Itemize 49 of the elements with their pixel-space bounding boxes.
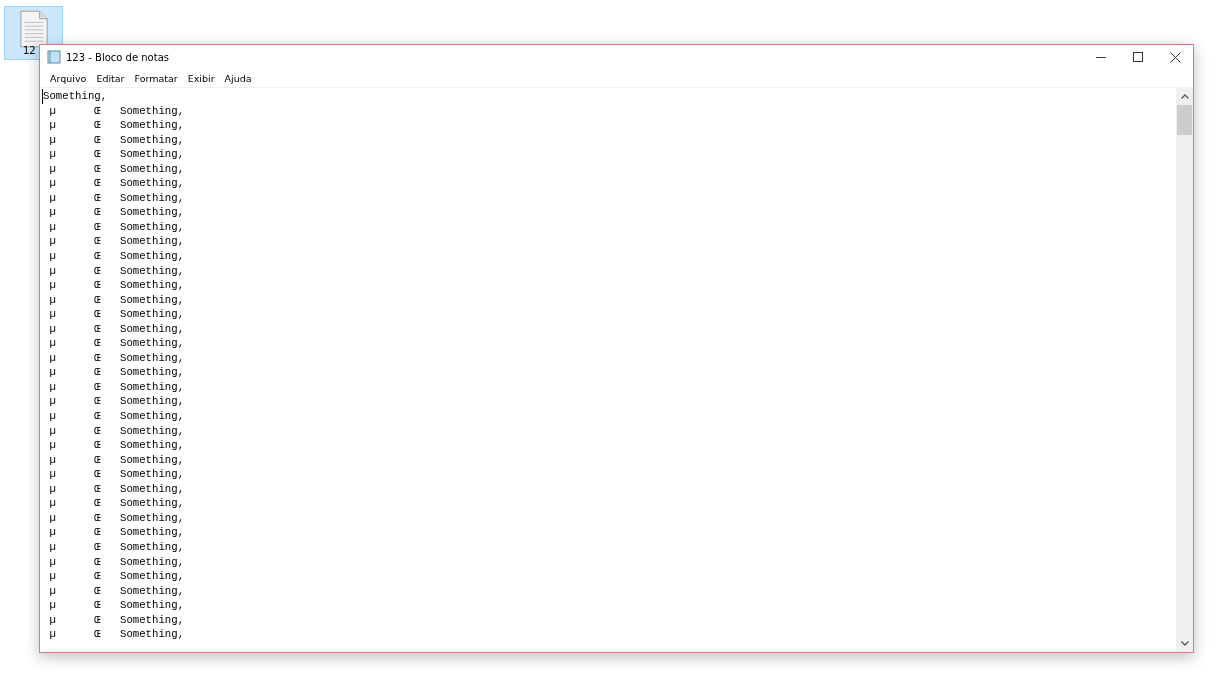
text-line: µ Œ Something, <box>48 263 185 279</box>
text-line: µ Œ Something, <box>48 307 185 322</box>
text-line: µ Œ Something, <box>48 452 185 468</box>
text-line: µ Œ Something, <box>48 496 185 511</box>
text-line: µ Œ Something, <box>48 132 185 148</box>
text-line: µ Œ Something, <box>48 525 185 540</box>
text-line: µ Œ Something, <box>48 205 185 220</box>
menu-item[interactable]: Editar <box>91 72 130 84</box>
text-line: µ Œ Something, <box>48 278 185 293</box>
text-line: Something, <box>42 89 108 104</box>
text-line: µ Œ Something, <box>48 423 185 439</box>
text-line: µ Œ Something, <box>48 627 185 642</box>
text-line: µ Œ Something, <box>48 365 185 380</box>
menu-item[interactable]: Ajuda <box>219 72 257 84</box>
text-line: µ Œ Something, <box>48 438 185 453</box>
menu-item[interactable]: Formatar <box>129 72 183 84</box>
scroll-thumb[interactable] <box>1177 105 1192 135</box>
text-line: µ Œ Something, <box>48 598 185 613</box>
text-line: µ Œ Something, <box>48 481 185 497</box>
text-line: µ Œ Something, <box>48 510 185 526</box>
text-line: µ Œ Something, <box>48 569 185 584</box>
text-line: µ Œ Something, <box>48 292 185 308</box>
text-line: µ Œ Something, <box>48 350 185 366</box>
text-line: µ Œ Something, <box>48 103 185 119</box>
window-title: 123 - Bloco de notas <box>66 51 170 63</box>
scrollbar[interactable] <box>1176 88 1193 652</box>
text-line: µ Œ Something, <box>48 539 185 555</box>
text-line: µ Œ Something, <box>48 234 185 249</box>
menu-item[interactable]: Arquivo <box>45 72 92 84</box>
text-line: µ Œ Something, <box>48 554 185 570</box>
text-line: µ Œ Something, <box>48 161 185 177</box>
maximize-icon <box>1132 51 1144 63</box>
text-line: µ Œ Something, <box>48 336 185 351</box>
text-line: µ Œ Something, <box>48 394 185 410</box>
menu-item[interactable]: Exibir <box>182 72 220 84</box>
text-line: µ Œ Something, <box>48 118 185 133</box>
text-line: µ Œ Something, <box>48 219 185 235</box>
close-icon <box>1169 51 1181 63</box>
text-line: µ Œ Something, <box>48 176 185 191</box>
text-line: µ Œ Something, <box>48 190 185 206</box>
notepad-icon <box>47 50 61 64</box>
text-line: µ Œ Something, <box>48 147 185 162</box>
text-line: µ Œ Something, <box>48 321 185 337</box>
text-line: µ Œ Something, <box>48 583 185 599</box>
text-line: µ Œ Something, <box>48 409 185 424</box>
text-line: µ Œ Something, <box>48 467 185 482</box>
text-line: µ Œ Something, <box>48 379 185 395</box>
text-line: µ Œ Something, <box>48 249 185 264</box>
text-line: µ Œ Something, <box>48 612 185 628</box>
